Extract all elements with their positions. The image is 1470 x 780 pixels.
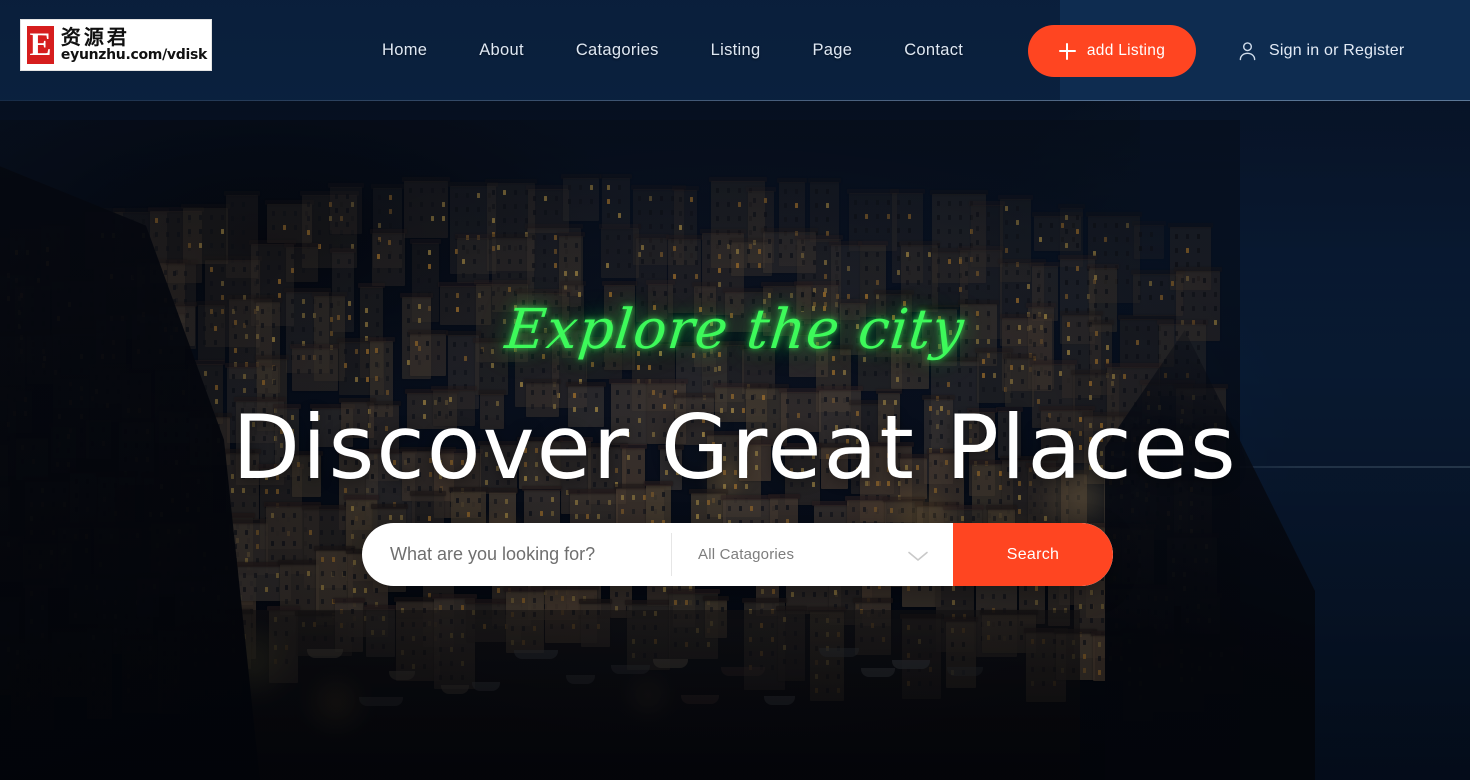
chevron-down-icon	[907, 549, 929, 561]
hero-section: Explore the city Discover Great Places A…	[0, 101, 1470, 780]
nav-item-home[interactable]: Home	[356, 41, 453, 60]
page-root: Home About Catagories Listing Page Conta…	[0, 0, 1470, 780]
logo-chinese-name: 资源君	[60, 24, 130, 49]
logo-letter-e: E	[25, 24, 56, 66]
nav-item-contact[interactable]: Contact	[878, 41, 989, 60]
category-select-value: All Catagories	[698, 546, 795, 563]
hero-search-bar: All Catagories Search	[362, 523, 1113, 586]
site-header: Home About Catagories Listing Page Conta…	[0, 0, 1470, 101]
search-button[interactable]: Search	[953, 523, 1113, 586]
user-icon	[1238, 41, 1257, 61]
nav-item-about[interactable]: About	[453, 41, 550, 60]
search-input[interactable]	[362, 523, 671, 586]
sign-in-register-label: Sign in or Register	[1269, 42, 1405, 59]
nav-item-listing[interactable]: Listing	[685, 41, 787, 60]
add-listing-button[interactable]: add Listing	[1028, 25, 1196, 77]
hero-script-title: Explore the city	[502, 297, 968, 361]
hero-main-title: Discover Great Places	[232, 396, 1238, 499]
main-navigation: Home About Catagories Listing Page Conta…	[356, 0, 989, 101]
add-listing-label: add Listing	[1086, 42, 1166, 59]
logo-url: eyunzhu.com/vdisk	[60, 46, 207, 63]
nav-item-page[interactable]: Page	[786, 41, 878, 60]
nav-item-catagories[interactable]: Catagories	[550, 41, 685, 60]
plus-icon	[1058, 42, 1076, 60]
category-select[interactable]: All Catagories	[672, 523, 953, 586]
logo-text-block: 资源君 eyunzhu.com/vdisk	[60, 24, 207, 63]
sign-in-register-link[interactable]: Sign in or Register	[1238, 38, 1404, 64]
watermark-logo: E 资源君 eyunzhu.com/vdisk	[20, 19, 212, 71]
